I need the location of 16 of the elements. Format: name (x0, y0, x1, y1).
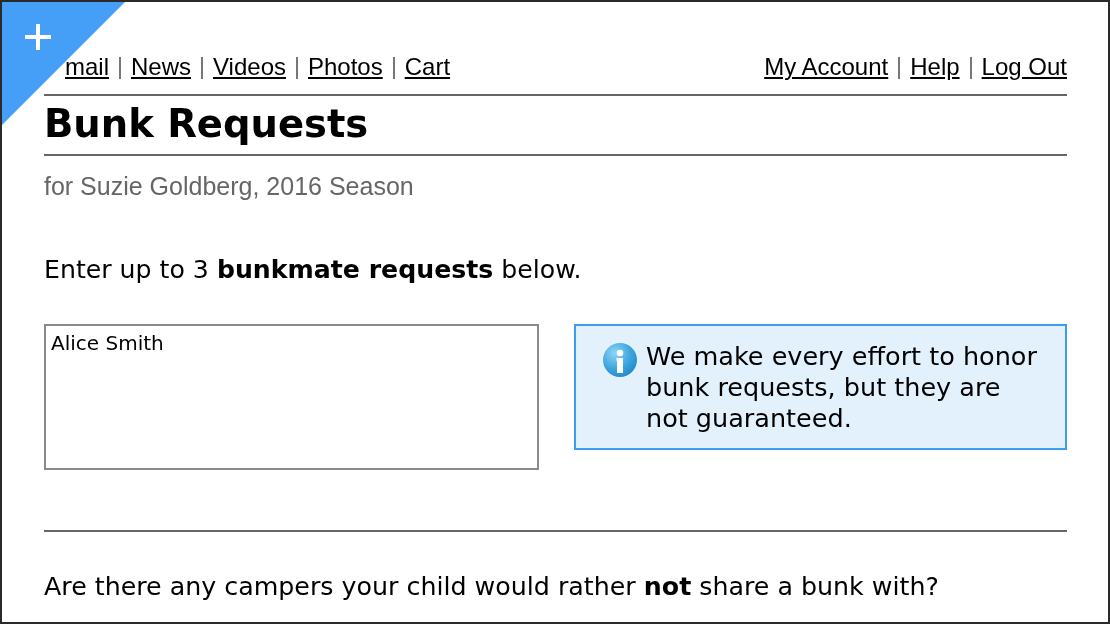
nav-link[interactable]: Videos (213, 55, 286, 79)
nav-link[interactable]: Photos (308, 55, 383, 79)
bunk-request-field[interactable]: Alice Smith (44, 324, 539, 470)
plus-icon (25, 24, 51, 50)
page-title: Bunk Requests (44, 101, 370, 147)
account-link[interactable]: My Account (764, 55, 889, 79)
question-text: Are there any campers your child would rather not share a bunk with? (44, 572, 940, 602)
account-link[interactable]: Log Out (981, 55, 1067, 79)
nav-link[interactable]: News (131, 55, 192, 79)
account-link[interactable]: Help (910, 55, 960, 79)
notice-text: We make every effort to honor bunk requests, but they are not guaranteed. (646, 341, 1038, 434)
page-subtitle: for Suzie Goldberg, 2016 Season (44, 172, 415, 200)
nav-link[interactable]: Cart (404, 55, 451, 79)
nav-link[interactable]: mail (65, 55, 109, 79)
info-icon (603, 343, 637, 377)
instruction-text: Enter up to 3 bunkmate requests below. (44, 255, 583, 285)
